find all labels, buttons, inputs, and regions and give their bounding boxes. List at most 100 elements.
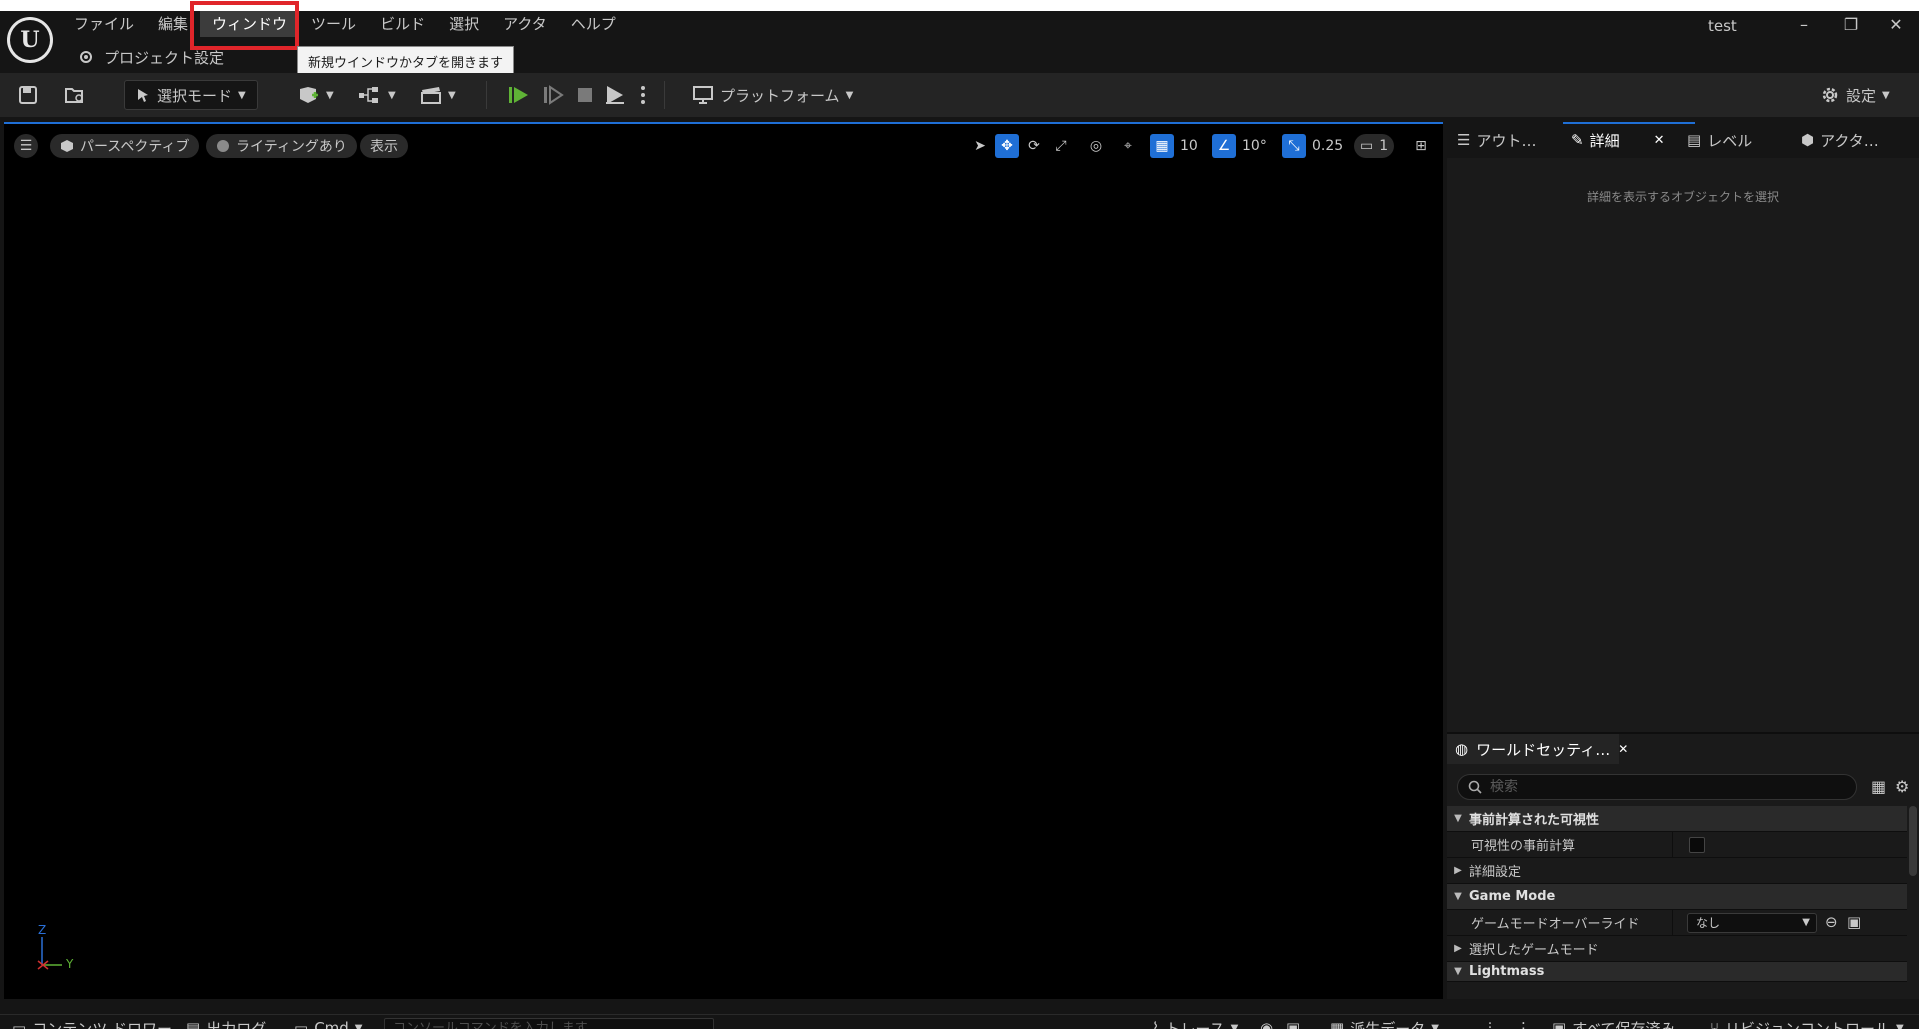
add-actor-button[interactable]: ▼: [296, 80, 334, 110]
property-row-selected-gamemode[interactable]: ▶ 選択したゲームモード: [1447, 936, 1907, 962]
revision-control-dropdown[interactable]: ⑂ リビジョンコントロール ▼: [1710, 1015, 1904, 1029]
save-all-button[interactable]: ▣ すべて保存済み: [1552, 1015, 1676, 1029]
blueprint-button[interactable]: ▼: [358, 80, 396, 110]
world-settings-panel: ◍ ワールドセッティ… ✕ ▦ ⚙ ▼ 事前計算された可視性 可視性の事前計算: [1447, 732, 1919, 999]
cmd-dropdown[interactable]: ▭ Cmd ▼: [294, 1015, 363, 1029]
settings-button[interactable]: 設定 ▼: [1820, 80, 1890, 110]
record-button[interactable]: ◉: [1260, 1015, 1273, 1029]
rotation-snap-value[interactable]: 10°: [1242, 134, 1267, 158]
scale-snap-icon: ⤡: [1288, 138, 1300, 154]
category-precomputed-visibility[interactable]: ▼ 事前計算された可視性: [1447, 806, 1907, 832]
derived-data-dropdown[interactable]: ▦ 派生データ ▼: [1330, 1015, 1439, 1029]
platforms-dropdown[interactable]: プラットフォーム ▼: [692, 80, 853, 110]
show-button[interactable]: 表示: [360, 134, 408, 158]
menu-build[interactable]: ビルド: [368, 11, 437, 37]
translate-tool-button[interactable]: ✥: [995, 134, 1019, 158]
trace-dropdown[interactable]: ⌇ トレース ▼: [1152, 1015, 1238, 1029]
tab-details[interactable]: ✎ 詳細 ✕: [1563, 122, 1694, 158]
scale-snap-toggle[interactable]: ⤡: [1282, 134, 1306, 158]
console-input[interactable]: [385, 1019, 713, 1029]
menu-window[interactable]: ウィンドウ: [200, 11, 300, 37]
rotation-snap-toggle[interactable]: ∠: [1212, 134, 1236, 158]
search-icon: [1468, 780, 1482, 794]
tab-levels[interactable]: ▤ レベル: [1687, 122, 1752, 158]
menu-edit[interactable]: 編集: [146, 11, 200, 37]
select-mode-dropdown[interactable]: 選択モード ▼: [124, 80, 258, 110]
sphere-icon: [216, 139, 230, 153]
content-drawer-button[interactable]: ▭ コンテンツ ドロワー: [12, 1015, 172, 1029]
menu-file[interactable]: ファイル: [62, 11, 146, 37]
cursor-icon: ➤: [974, 138, 986, 154]
play-button[interactable]: [508, 80, 530, 110]
surface-snap-button[interactable]: ⌖: [1116, 134, 1140, 158]
angle-icon: ∠: [1217, 138, 1231, 154]
more-options-button[interactable]: ⋮: [1516, 1015, 1531, 1029]
close-window-button[interactable]: ✕: [1876, 13, 1916, 37]
select-tool-button[interactable]: ➤: [968, 134, 992, 158]
vertical-dots-icon: [640, 85, 646, 105]
cmd-label: Cmd: [314, 1019, 349, 1029]
gear-icon[interactable]: ⚙: [1895, 777, 1909, 796]
minimize-button[interactable]: –: [1784, 13, 1824, 37]
tab-world-settings[interactable]: ◍ ワールドセッティ… ✕: [1447, 734, 1628, 764]
gamemode-override-dropdown[interactable]: なし ▼: [1687, 913, 1817, 933]
close-tab-icon[interactable]: ✕: [1618, 742, 1628, 756]
globe-icon: ◍: [1455, 740, 1469, 758]
scale-tool-button[interactable]: ⤢: [1049, 134, 1073, 158]
expand-triangle-icon: ▼: [1454, 966, 1462, 977]
search-box[interactable]: [1457, 774, 1857, 800]
precompute-visibility-checkbox[interactable]: [1689, 837, 1705, 853]
menu-select[interactable]: 選択: [437, 11, 491, 37]
status-bar: ▭ コンテンツ ドロワー ▤ 出力ログ ▭ Cmd ▼ ⌇ トレース ▼ ◉ ▣…: [0, 1014, 1919, 1029]
stop-button[interactable]: [576, 80, 594, 110]
close-tab-icon[interactable]: ✕: [1654, 133, 1665, 148]
expand-triangle-icon: ▼: [1454, 813, 1462, 824]
tab-actors[interactable]: ⬢ アクタ…: [1801, 122, 1879, 158]
scale-icon: ⤢: [1055, 138, 1067, 154]
scale-snap-value[interactable]: 0.25: [1312, 134, 1343, 158]
stats-button[interactable]: ⫶: [1488, 1015, 1492, 1029]
more-options-button[interactable]: [640, 80, 646, 110]
level-viewport[interactable]: ☰ パースペクティブ ライティングあり 表示 ➤ ✥ ⟳ ⤢ ◎ ⌖ ▦ 10 …: [4, 122, 1443, 999]
chevron-down-icon: ▼: [1431, 1022, 1439, 1029]
console-box[interactable]: [384, 1018, 714, 1029]
grid-icon: ▦: [1155, 138, 1169, 154]
unreal-logo-icon[interactable]: U: [7, 17, 53, 63]
world-space-button[interactable]: ◎: [1084, 134, 1108, 158]
restore-button[interactable]: ❐: [1831, 13, 1871, 37]
cinematics-button[interactable]: ▼: [420, 80, 456, 110]
folder-icon: ▭: [12, 1019, 27, 1029]
table-view-icon[interactable]: ▦: [1871, 777, 1886, 796]
perspective-button[interactable]: パースペクティブ: [50, 134, 200, 158]
camera-speed-button[interactable]: ▭ 1: [1354, 134, 1395, 158]
lighting-mode-button[interactable]: ライティングあり: [206, 134, 357, 158]
menu-tools[interactable]: ツール: [299, 11, 368, 37]
layout-button[interactable]: ⊞: [1409, 134, 1433, 158]
search-input[interactable]: [1490, 779, 1830, 795]
save-button[interactable]: [18, 80, 38, 110]
scrollbar[interactable]: [1909, 806, 1917, 876]
property-row: ゲームモードオーバーライド なし ▼ ⊖ ▣: [1447, 910, 1907, 936]
property-row-advanced[interactable]: ▶ 詳細設定: [1447, 858, 1907, 884]
platform-icon: [692, 85, 714, 105]
output-log-button[interactable]: ▤ 出力ログ: [186, 1015, 266, 1029]
open-asset-icon[interactable]: ▣: [1847, 913, 1861, 931]
category-lightmass[interactable]: ▼ Lightmass: [1447, 962, 1907, 982]
grid-snap-value[interactable]: 10: [1180, 134, 1198, 158]
grid-snap-toggle[interactable]: ▦: [1150, 134, 1174, 158]
browse-icon[interactable]: ⊖: [1825, 913, 1838, 931]
stop-icon: [576, 86, 594, 104]
menu-help[interactable]: ヘルプ: [559, 11, 628, 37]
menu-actor[interactable]: アクタ: [491, 11, 559, 37]
rotate-tool-button[interactable]: ⟳: [1022, 134, 1046, 158]
screenshot-button[interactable]: ▣: [1286, 1015, 1300, 1029]
project-settings-tab[interactable]: プロジェクト設定: [78, 45, 224, 69]
viewport-menu-button[interactable]: ☰: [14, 134, 38, 158]
step-button[interactable]: [542, 80, 564, 110]
tab-outliner[interactable]: ☰ アウト…: [1457, 122, 1536, 158]
settings-label: 設定: [1846, 86, 1877, 105]
category-game-mode[interactable]: ▼ Game Mode: [1447, 884, 1907, 910]
derived-data-label: 派生データ: [1350, 1019, 1426, 1029]
content-browser-button[interactable]: [64, 80, 86, 110]
eject-button[interactable]: [604, 80, 626, 110]
